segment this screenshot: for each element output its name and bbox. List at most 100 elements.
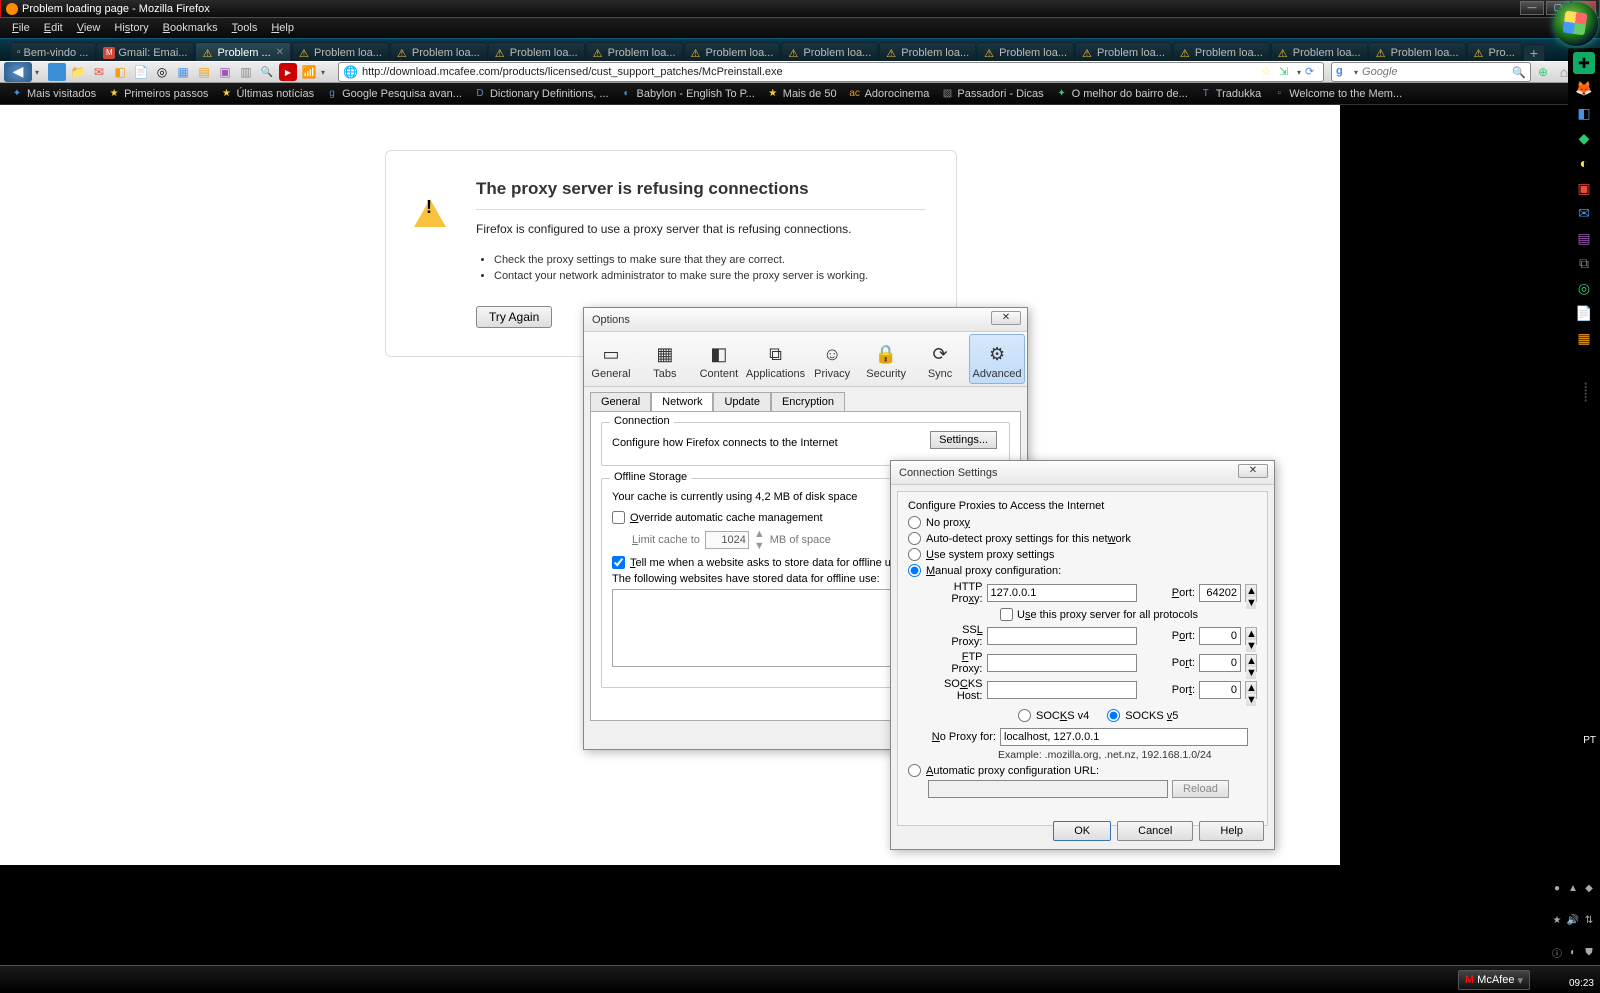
folder-icon[interactable]: 📁 — [69, 63, 87, 81]
dock-icon[interactable]: ▣ — [1573, 177, 1595, 199]
dock-icon[interactable]: ⧉ — [1573, 252, 1595, 274]
ssl-proxy-input[interactable] — [987, 627, 1137, 645]
browser-tab[interactable]: Problem loa... — [1173, 42, 1270, 62]
dock-icon[interactable]: ▦ — [1573, 327, 1595, 349]
menu-view[interactable]: View — [71, 20, 107, 36]
radio-auto-url[interactable] — [908, 764, 921, 777]
toolbar-overflow[interactable]: ▾ — [321, 68, 331, 77]
browser-tab[interactable]: Problem loa... — [488, 42, 585, 62]
options-category-general[interactable]: ▭General — [584, 332, 638, 386]
note-icon[interactable]: 📄 — [132, 63, 150, 81]
radio-socks4[interactable] — [1018, 709, 1031, 722]
menu-tools[interactable]: Tools — [226, 20, 264, 36]
radio-manual[interactable] — [908, 564, 921, 577]
tray-icon[interactable]: 🔊 — [1566, 913, 1580, 927]
bookmark-item[interactable]: acAdorocinema — [844, 85, 934, 103]
back-dropdown[interactable]: ▾ — [35, 68, 45, 77]
minimize-button[interactable]: — — [1520, 1, 1544, 15]
override-cache-checkbox[interactable] — [612, 511, 625, 524]
tray-icon[interactable]: ◆ — [1582, 881, 1596, 895]
tray-icon[interactable]: ● — [1550, 881, 1564, 895]
options-close-button[interactable]: ✕ — [991, 311, 1021, 325]
conn-help-button[interactable]: Help — [1199, 821, 1264, 841]
menu-edit[interactable]: Edit — [38, 20, 69, 36]
gmail-icon[interactable]: ✉ — [90, 63, 108, 81]
http-port-input[interactable] — [1199, 584, 1241, 602]
ftp-port-spinner[interactable]: ▲▼ — [1245, 654, 1257, 672]
socks-host-input[interactable] — [987, 681, 1137, 699]
tray-icon[interactable]: ⛊ — [1582, 945, 1596, 959]
tray-icon[interactable]: ⇅ — [1582, 913, 1596, 927]
search-input[interactable] — [1362, 66, 1508, 78]
dock-icon[interactable]: ▤ — [1573, 227, 1595, 249]
bookmark-item[interactable]: ▧Passadori - Dicas — [936, 85, 1047, 103]
app-icon-1[interactable]: ▦ — [174, 63, 192, 81]
addthis-icon[interactable]: ⊕ — [1534, 63, 1552, 81]
subtab-network[interactable]: Network — [651, 392, 713, 411]
search-box[interactable]: g ▾ 🔍 — [1331, 62, 1531, 82]
reload-icon[interactable]: ⟳ — [1305, 65, 1319, 79]
dock-icon[interactable]: ✚ — [1573, 52, 1595, 74]
use-all-checkbox[interactable] — [1000, 608, 1013, 621]
ftp-port-input[interactable] — [1199, 654, 1241, 672]
options-category-sync[interactable]: ⟳Sync — [913, 332, 967, 386]
share-icon[interactable]: ⇲ — [1279, 65, 1293, 79]
radio-auto-detect[interactable] — [908, 532, 921, 545]
connection-settings-button[interactable]: Settings... — [930, 431, 997, 449]
menu-bookmarks[interactable]: Bookmarks — [157, 20, 224, 36]
http-proxy-input[interactable] — [987, 584, 1137, 602]
options-titlebar[interactable]: Options ✕ — [584, 308, 1027, 332]
ftp-proxy-input[interactable] — [987, 654, 1137, 672]
offline-notify-checkbox[interactable] — [612, 556, 625, 569]
browser-tab[interactable]: Problem loa... — [781, 42, 878, 62]
tray-icon[interactable]: ⓘ — [1550, 945, 1564, 959]
bookmark-item[interactable]: ★Mais de 50 — [762, 85, 841, 103]
browser-tab[interactable]: Pro... — [1467, 42, 1522, 62]
browser-tab[interactable]: MGmail: Emai... — [96, 42, 194, 62]
browser-tab[interactable]: Problem loa... — [879, 42, 976, 62]
search-engine-dropdown[interactable]: ▾ — [1354, 68, 1358, 77]
subtab-general[interactable]: General — [590, 392, 651, 411]
browser-tab[interactable]: Problem loa... — [292, 42, 389, 62]
bookmark-item[interactable]: ★Primeiros passos — [103, 85, 212, 103]
tile-icon[interactable] — [48, 63, 66, 81]
radio-system[interactable] — [908, 548, 921, 561]
back-button[interactable]: ◀ — [4, 62, 32, 82]
conn-titlebar[interactable]: Connection Settings ✕ — [891, 461, 1274, 485]
app-icon-4[interactable]: ▥ — [237, 63, 255, 81]
bookmark-star-icon[interactable]: ☆ — [1261, 65, 1275, 79]
bookmark-item[interactable]: ✦Mais visitados — [6, 85, 100, 103]
conn-ok-button[interactable]: OK — [1053, 821, 1111, 841]
browser-tab[interactable]: Problem loa... — [684, 42, 781, 62]
taskbar-clock[interactable]: 09:23 — [1569, 978, 1594, 989]
browser-tab[interactable]: Problem loa... — [1369, 42, 1466, 62]
ssl-port-input[interactable] — [1199, 627, 1241, 645]
start-orb[interactable] — [1554, 2, 1598, 46]
no-proxy-for-input[interactable] — [1000, 728, 1248, 746]
browser-tab[interactable]: Problem ...✕ — [195, 42, 291, 62]
feed-icon[interactable]: 📶 — [300, 63, 318, 81]
bookmark-item[interactable]: ▫Welcome to the Mem... — [1268, 85, 1406, 103]
conn-close-button[interactable]: ✕ — [1238, 464, 1268, 478]
search-go-icon[interactable]: 🔍 — [1512, 66, 1526, 79]
socks-port-spinner[interactable]: ▲▼ — [1245, 681, 1257, 699]
dock-icon[interactable]: ✉ — [1573, 202, 1595, 224]
search-engine-icon[interactable]: g — [1336, 65, 1350, 79]
browser-tab[interactable]: Problem loa... — [1271, 42, 1368, 62]
browser-tab[interactable]: Problem loa... — [1075, 42, 1172, 62]
app-icon-2[interactable]: ▤ — [195, 63, 213, 81]
tab-close-icon[interactable]: ✕ — [276, 47, 284, 58]
blogger-icon[interactable]: ◧ — [111, 63, 129, 81]
dock-icon[interactable]: ◎ — [1573, 277, 1595, 299]
menu-file[interactable]: File — [6, 20, 36, 36]
tray-icon[interactable]: ◐ — [1566, 945, 1580, 959]
http-port-spinner[interactable]: ▲▼ — [1245, 584, 1257, 602]
radio-socks5[interactable] — [1107, 709, 1120, 722]
dock-icon[interactable]: ◆ — [1573, 127, 1595, 149]
browser-tab[interactable]: Problem loa... — [390, 42, 487, 62]
browser-tab[interactable]: Problem loa... — [586, 42, 683, 62]
url-bar[interactable]: 🌐 http://download.mcafee.com/products/li… — [338, 62, 1324, 82]
dock-icon[interactable]: ◐ — [1573, 152, 1595, 174]
url-dropdown[interactable]: ▾ — [1297, 68, 1301, 77]
firefox-dock-icon[interactable]: 🦊 — [1573, 77, 1595, 99]
